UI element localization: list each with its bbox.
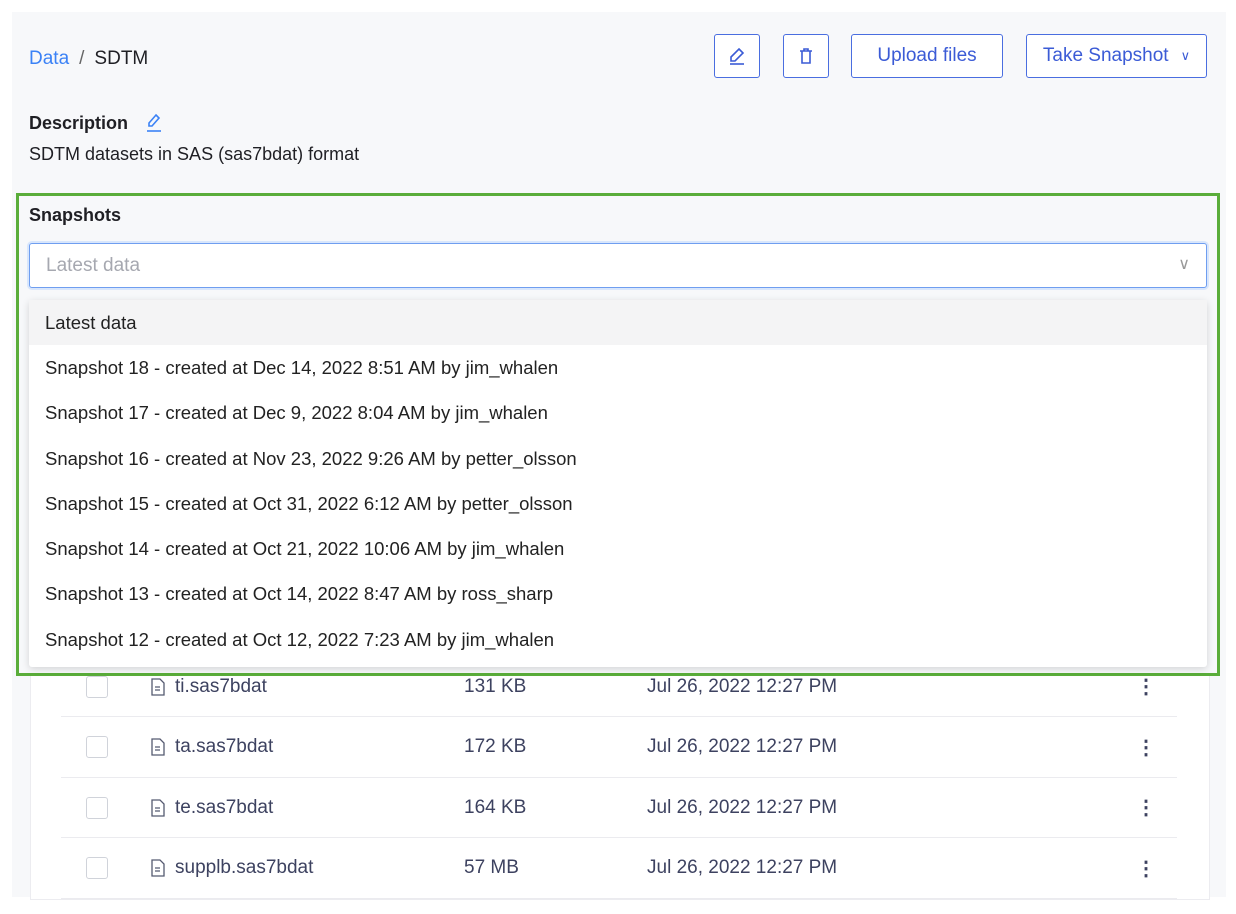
upload-files-button[interactable]: Upload files — [851, 34, 1003, 78]
snapshot-option[interactable]: Snapshot 13 - created at Oct 14, 2022 8:… — [29, 572, 1207, 617]
take-snapshot-label: Take Snapshot — [1042, 45, 1169, 66]
snapshot-option[interactable]: Latest data — [29, 300, 1207, 346]
file-size: 172 KB — [464, 736, 527, 757]
description-label: Description — [29, 113, 129, 133]
file-icon — [151, 738, 165, 756]
pencil-icon — [147, 113, 161, 132]
row-checkbox[interactable] — [86, 736, 108, 758]
file-modified: Jul 26, 2022 12:27 PM — [647, 857, 838, 878]
file-icon — [151, 798, 165, 817]
file-modified: Jul 26, 2022 12:27 PM — [647, 796, 838, 818]
row-checkbox[interactable] — [86, 675, 108, 698]
row-checkbox[interactable] — [86, 857, 108, 879]
table-row[interactable]: ta.sas7bdat 172 KB Jul 26, 2022 12:27 PM… — [61, 718, 1177, 778]
breadcrumb-data-link[interactable]: Data — [29, 48, 69, 69]
more-options-icon[interactable]: ⋮ — [1136, 674, 1156, 699]
file-name[interactable]: supplb.sas7bdat — [175, 857, 313, 879]
delete-button[interactable] — [783, 34, 829, 78]
file-size: 131 KB — [464, 675, 527, 697]
file-size: 57 MB — [464, 857, 519, 878]
edit-description-button[interactable] — [145, 113, 163, 138]
pencil-icon — [730, 47, 745, 65]
snapshot-select[interactable]: Latest data ∨ — [29, 243, 1207, 288]
snapshots-label: Snapshots — [29, 205, 122, 225]
snapshot-dropdown-menu: Latest data Snapshot 18 - created at Dec… — [29, 300, 1207, 667]
breadcrumb-separator: / — [79, 48, 85, 69]
description-text: SDTM datasets in SAS (sas7bdat) format — [29, 144, 360, 164]
snapshot-option[interactable]: Snapshot 12 - created at Oct 12, 2022 7:… — [29, 617, 1207, 662]
more-options-icon[interactable]: ⋮ — [1136, 735, 1156, 760]
chevron-down-icon: ∨ — [1180, 48, 1191, 63]
edit-button[interactable] — [714, 34, 760, 78]
file-name[interactable]: ta.sas7bdat — [175, 736, 273, 758]
chevron-down-icon: ∨ — [1178, 256, 1190, 273]
snapshot-option[interactable]: Snapshot 15 - created at Oct 31, 2022 6:… — [29, 481, 1207, 526]
trash-icon — [800, 48, 812, 64]
snapshot-option[interactable]: Snapshot 18 - created at Dec 14, 2022 8:… — [29, 345, 1207, 390]
breadcrumb: Data / SDTM — [29, 48, 148, 70]
snapshot-select-placeholder: Latest data — [46, 254, 141, 276]
take-snapshot-button[interactable]: Take Snapshot ∨ — [1026, 34, 1207, 78]
row-checkbox[interactable] — [86, 796, 108, 819]
snapshot-option[interactable]: Snapshot 16 - created at Nov 23, 2022 9:… — [29, 436, 1207, 481]
snapshot-option[interactable]: Snapshot 17 - created at Dec 9, 2022 8:0… — [29, 391, 1207, 436]
breadcrumb-current: SDTM — [94, 48, 149, 69]
table-row[interactable]: supplb.sas7bdat 57 MB Jul 26, 2022 12:27… — [61, 839, 1177, 899]
file-modified: Jul 26, 2022 12:27 PM — [647, 736, 838, 757]
file-icon — [151, 859, 165, 877]
file-icon — [151, 677, 165, 696]
more-options-icon[interactable]: ⋮ — [1136, 795, 1156, 820]
more-options-icon[interactable]: ⋮ — [1136, 856, 1156, 881]
file-name[interactable]: te.sas7bdat — [175, 797, 273, 819]
file-size: 164 KB — [464, 796, 527, 818]
table-row[interactable]: te.sas7bdat 164 KB Jul 26, 2022 12:27 PM… — [61, 778, 1177, 838]
snapshot-option[interactable]: Snapshot 14 - created at Oct 21, 2022 10… — [29, 526, 1207, 571]
file-modified: Jul 26, 2022 12:27 PM — [647, 675, 838, 697]
file-name[interactable]: ti.sas7bdat — [175, 676, 267, 698]
